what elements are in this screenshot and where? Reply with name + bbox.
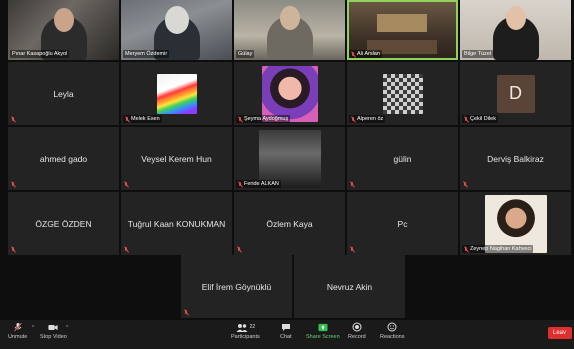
profile-picture bbox=[258, 129, 321, 188]
participant-name: Pc bbox=[397, 218, 408, 229]
participant-name: Elif İrem Göynüklü bbox=[201, 281, 272, 292]
participant-tile[interactable]: ÖZGE ÖZDEN bbox=[8, 192, 119, 255]
participants-count: 22 bbox=[249, 324, 256, 330]
participant-tile[interactable]: ahmed gado bbox=[8, 127, 119, 190]
muted-mic-icon bbox=[463, 182, 467, 187]
participant-tile[interactable]: Alperen öz bbox=[347, 62, 458, 125]
participant-tile[interactable]: Veysel Kerem Hun bbox=[121, 127, 232, 190]
participant-tile[interactable]: Şeyma Aydoğmuş bbox=[234, 62, 345, 125]
participant-name-tag: Bilge Tüzel bbox=[462, 50, 494, 58]
record-icon bbox=[352, 322, 362, 332]
participant-tile[interactable]: Nevruz Akin bbox=[294, 255, 405, 318]
participant-face bbox=[279, 6, 300, 30]
muted-mic-icon bbox=[124, 247, 128, 252]
muted-mic-icon bbox=[351, 51, 355, 57]
participant-tile[interactable]: Melek Esen bbox=[121, 62, 232, 125]
participant-tile[interactable]: Elif İrem Göynüklü bbox=[181, 255, 292, 318]
stop-video-button[interactable]: Stop Video bbox=[40, 322, 67, 340]
chat-icon bbox=[281, 322, 291, 332]
profile-picture bbox=[484, 194, 547, 253]
video-tile[interactable]: Pınar Kasapoğlu Akyol bbox=[8, 0, 119, 60]
participant-tile[interactable]: Derviş Balkiraz bbox=[460, 127, 571, 190]
participant-tile[interactable]: Özlem Kaya bbox=[234, 192, 345, 255]
record-button[interactable]: Record bbox=[348, 322, 366, 340]
participant-tile[interactable]: Feride ALKAN bbox=[234, 127, 345, 190]
participant-tile[interactable]: Leyla bbox=[8, 62, 119, 125]
participant-name-tag: Şeyma Aydoğmuş bbox=[236, 115, 291, 123]
participant-name-tag: Feride ALKAN bbox=[236, 180, 281, 188]
participant-grid-last-row: Elif İrem Göynüklü Nevruz Akin bbox=[181, 255, 405, 318]
participant-grid: Leyla Melek Esen Şeyma Aydoğmuş Alperen … bbox=[8, 62, 574, 255]
muted-mic-icon bbox=[350, 182, 354, 187]
participant-name: ÖZGE ÖZDEN bbox=[35, 218, 92, 229]
participant-name-tag: Zeynep Nagihan Kahveci bbox=[462, 245, 534, 253]
room-background bbox=[377, 14, 427, 32]
participant-name: Nevruz Akin bbox=[326, 281, 373, 292]
participant-tile[interactable]: gülin bbox=[347, 127, 458, 190]
participant-name-tag: Pınar Kasapoğlu Akyol bbox=[10, 50, 70, 58]
video-options-chevron-icon[interactable]: ^ bbox=[66, 325, 68, 331]
participant-name: gülin bbox=[393, 153, 412, 164]
muted-mic-icon bbox=[13, 322, 23, 332]
participants-button[interactable]: 22 Participants bbox=[231, 322, 260, 340]
video-tile[interactable]: Bilge Tüzel bbox=[460, 0, 571, 60]
muted-mic-icon bbox=[238, 181, 242, 187]
muted-mic-icon bbox=[11, 182, 15, 187]
muted-mic-icon bbox=[350, 247, 354, 252]
video-camera-icon bbox=[48, 322, 58, 332]
muted-mic-icon bbox=[351, 116, 355, 122]
participant-name-tag: Meryem Özdemir bbox=[123, 50, 170, 58]
participant-name: ahmed gado bbox=[39, 153, 88, 164]
participant-name-tag: Melek Esen bbox=[123, 115, 162, 123]
participant-name-tag: Ali Arslan bbox=[349, 50, 382, 58]
muted-mic-icon bbox=[125, 116, 129, 122]
muted-mic-icon bbox=[464, 116, 468, 122]
audio-options-chevron-icon[interactable]: ^ bbox=[32, 325, 34, 331]
participants-icon: 22 bbox=[233, 322, 257, 332]
muted-mic-icon bbox=[184, 310, 188, 315]
participant-face bbox=[53, 8, 74, 32]
smiley-icon bbox=[387, 322, 397, 332]
chat-button[interactable]: Chat bbox=[280, 322, 292, 340]
muted-mic-icon bbox=[11, 117, 15, 122]
reactions-button[interactable]: Reactions bbox=[380, 322, 404, 340]
participant-avatar: D bbox=[496, 74, 535, 113]
leave-meeting-button[interactable]: Leav bbox=[547, 327, 572, 339]
participant-name: Tuğrul Kaan KONUKMAN bbox=[127, 218, 226, 229]
participant-tile[interactable]: D Çekil Dilek bbox=[460, 62, 571, 125]
share-screen-button[interactable]: Share Screen bbox=[306, 322, 340, 340]
participant-tile[interactable]: Zeynep Nagihan Kahveci bbox=[460, 192, 571, 255]
muted-mic-icon bbox=[11, 247, 15, 252]
participant-name: Özlem Kaya bbox=[266, 218, 313, 229]
video-tile-active-speaker[interactable]: Ali Arslan bbox=[347, 0, 458, 60]
muted-mic-icon bbox=[237, 247, 241, 252]
profile-picture bbox=[382, 73, 423, 114]
meeting-gallery: Pınar Kasapoğlu Akyol Meryem Özdemir Gül… bbox=[0, 0, 574, 320]
participant-name-tag: Gülay bbox=[236, 50, 255, 58]
video-tile[interactable]: Meryem Özdemir bbox=[121, 0, 232, 60]
participant-tile[interactable]: Pc bbox=[347, 192, 458, 255]
meeting-toolbar: Unmute ^ Stop Video ^ 22 Participants Ch… bbox=[0, 320, 574, 349]
participant-name-tag: Alperen öz bbox=[349, 115, 386, 123]
profile-picture bbox=[261, 65, 318, 122]
participant-name: Veysel Kerem Hun bbox=[141, 153, 212, 164]
top-video-strip: Pınar Kasapoğlu Akyol Meryem Özdemir Gül… bbox=[8, 0, 574, 60]
muted-mic-icon bbox=[238, 116, 242, 122]
profile-picture bbox=[156, 73, 197, 114]
muted-mic-icon bbox=[124, 182, 128, 187]
participant-face bbox=[164, 6, 189, 34]
participant-name-tag: Çekil Dilek bbox=[462, 115, 498, 123]
video-tile[interactable]: Gülay bbox=[234, 0, 345, 60]
muted-mic-icon bbox=[464, 246, 468, 252]
participant-name: Derviş Balkiraz bbox=[487, 153, 544, 164]
participant-face bbox=[505, 6, 526, 30]
unmute-button[interactable]: Unmute bbox=[8, 322, 27, 340]
participant-name: Leyla bbox=[53, 88, 74, 99]
participant-tile[interactable]: Tuğrul Kaan KONUKMAN bbox=[121, 192, 232, 255]
share-screen-icon bbox=[318, 322, 328, 332]
